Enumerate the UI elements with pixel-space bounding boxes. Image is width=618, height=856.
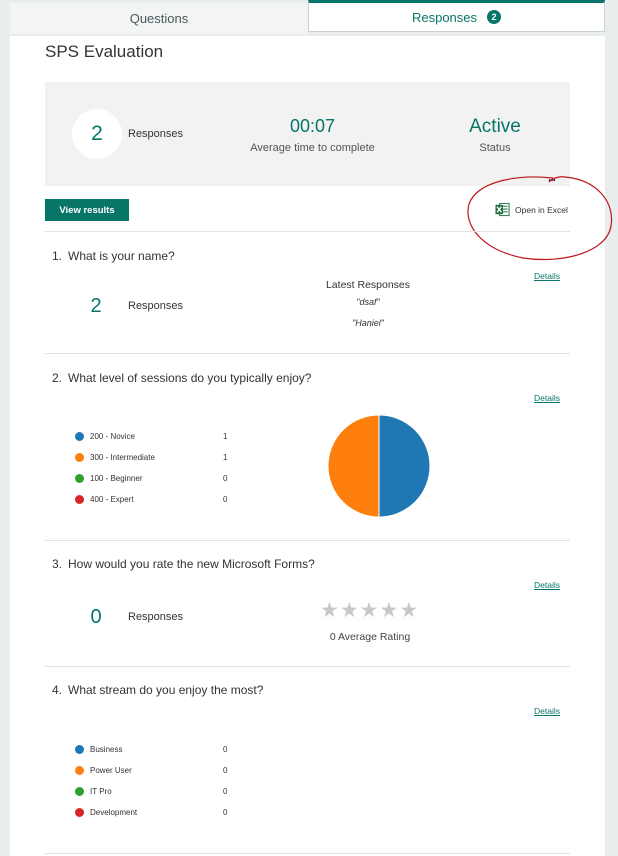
pie-slice (378, 414, 431, 518)
question-2-text: What level of sessions do you typically … (68, 371, 312, 385)
legend-label: 300 - Intermediate (90, 452, 155, 462)
legend-count: 0 (223, 474, 228, 483)
pie-chart (327, 414, 431, 518)
legend-dot (75, 786, 84, 796)
divider (45, 231, 570, 232)
question-1-number: 1. (52, 249, 63, 263)
responses-count-label: Responses (128, 128, 184, 140)
latest-responses-label: Latest Responses (325, 279, 411, 291)
legend-dot (75, 473, 84, 483)
question-2-number: 2. (52, 371, 63, 385)
summary-panel: 2 Responses 00:07 Average time to comple… (45, 82, 570, 186)
star-rating: ★ ★ ★ ★ ★ (320, 600, 419, 621)
question-2-details-link[interactable]: Details (534, 393, 560, 403)
question-1-details-link[interactable]: Details (534, 271, 560, 281)
legend-item: IT Pro (75, 785, 112, 797)
question-4-text: What stream do you enjoy the most? (68, 683, 264, 697)
average-rating: 0 Average Rating (329, 631, 411, 643)
tab-questions[interactable]: Questions (10, 3, 308, 34)
question-3-title: 3. How would you rate the new Microsoft F… (52, 557, 315, 571)
latest-response-item: "Haniel" (352, 318, 384, 328)
question-3-response-count: 0 (90, 606, 102, 628)
question-2-title: 2. What level of sessions do you typicall… (52, 371, 311, 385)
legend-dot (75, 431, 84, 441)
tab-responses[interactable]: Responses 2 (308, 0, 605, 32)
question-4-number: 4. (52, 683, 63, 697)
legend-count: 0 (223, 495, 228, 504)
more-options-button[interactable]: ... (548, 170, 556, 184)
divider (45, 666, 570, 667)
open-in-excel-button[interactable]: Open in Excel (495, 202, 568, 217)
question-3-response-label: Responses (128, 611, 184, 623)
pie-slice (327, 414, 380, 518)
form-title: SPS Evaluation (45, 42, 164, 61)
legend-label: 100 - Beginner (90, 473, 143, 483)
legend-item: 200 - Novice (75, 430, 135, 442)
legend-count: 0 (223, 808, 228, 817)
legend-item: Power User (75, 764, 132, 776)
legend-count: 0 (223, 745, 228, 754)
divider (45, 353, 570, 354)
star-icon: ★ (339, 599, 359, 622)
legend-item: 400 - Expert (75, 493, 134, 505)
legend-dot (75, 494, 84, 504)
legend-item: 100 - Beginner (75, 472, 142, 484)
legend-dot (75, 765, 84, 775)
legend-dot (75, 744, 84, 754)
question-1-title: 1. What is your name? (52, 249, 175, 263)
average-time-value: 00:07 (289, 116, 336, 136)
status-value: Active (469, 116, 521, 137)
responses-count-badge: 2 (487, 10, 502, 24)
legend-count: 1 (223, 453, 228, 462)
tab-questions-label: Questions (129, 11, 189, 26)
status-label: Status (479, 142, 511, 154)
star-icon: ★ (359, 599, 379, 622)
legend-label: 400 - Expert (90, 494, 134, 504)
question-3-number: 3. (52, 557, 63, 571)
responses-card: SPS Evaluation 2 Responses 00:07 Average… (10, 36, 613, 856)
star-icon: ★ (379, 599, 399, 622)
legend-dot (75, 452, 84, 462)
responses-count-circle: 2 (72, 109, 122, 159)
star-icon: ★ (320, 599, 339, 622)
tab-bar: Questions Responses 2 (10, 0, 605, 36)
question-1-response-count: 2 (90, 295, 102, 317)
divider (45, 540, 570, 541)
question-3-details-link[interactable]: Details (534, 580, 560, 590)
legend-item: 300 - Intermediate (75, 451, 155, 463)
tab-responses-label: Responses (411, 9, 478, 25)
legend-count: 0 (223, 787, 228, 796)
legend-label: IT Pro (90, 786, 112, 796)
question-4-details-link[interactable]: Details (534, 706, 560, 716)
open-in-excel-label: Open in Excel (515, 204, 568, 215)
legend-label: Power User (90, 765, 132, 775)
legend-item: Business (75, 743, 122, 755)
legend-label: Business (90, 744, 123, 754)
legend-item: Development (75, 806, 137, 818)
average-time-label: Average time to complete (250, 142, 375, 154)
excel-icon (495, 202, 510, 217)
legend-dot (75, 807, 84, 817)
latest-response-item: "dsaf" (356, 297, 380, 307)
legend-label: Development (90, 807, 138, 817)
question-3-text: How would you rate the new Microsoft For… (68, 557, 315, 571)
hand-drawn-annotation-circle (467, 176, 613, 261)
legend-count: 0 (223, 766, 228, 775)
star-icon: ★ (399, 599, 419, 622)
question-4-title: 4. What stream do you enjoy the most? (52, 683, 263, 697)
question-1-response-label: Responses (128, 300, 184, 312)
question-1-text: What is your name? (68, 249, 175, 263)
view-results-button[interactable]: View results (45, 199, 129, 221)
divider (45, 853, 570, 854)
legend-label: 200 - Novice (90, 431, 135, 441)
legend-count: 1 (223, 432, 228, 441)
